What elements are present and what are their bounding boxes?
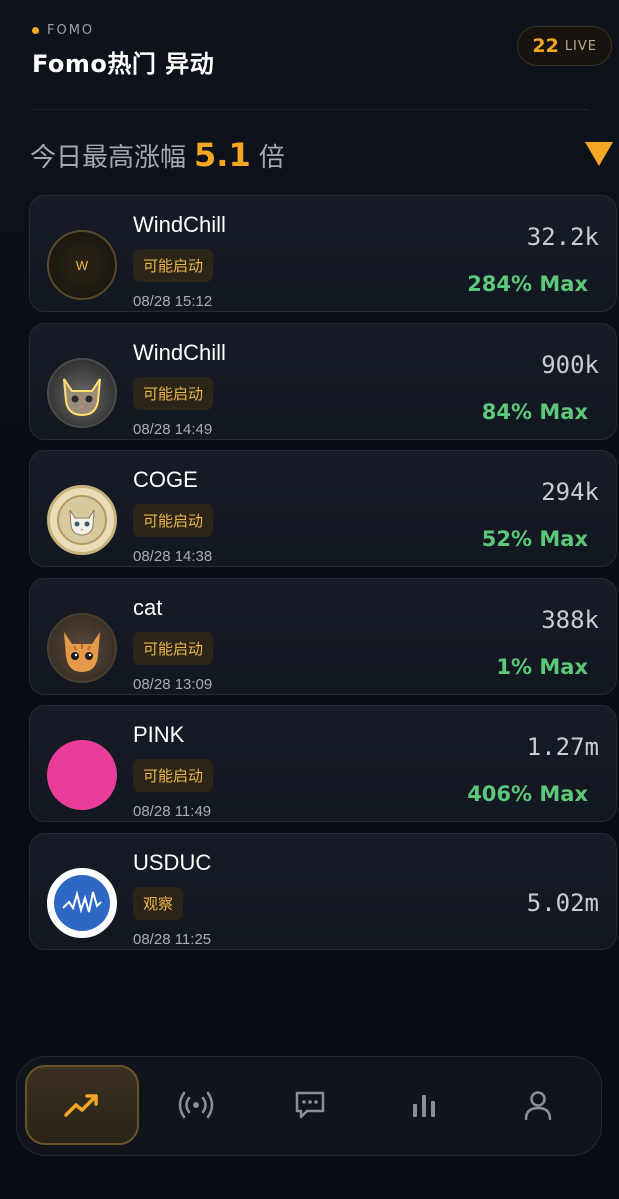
live-badge[interactable]: 22 LIVE (517, 26, 612, 66)
token-time: 08/28 15:12 (133, 293, 213, 310)
letter-w-coin-icon: W (47, 230, 117, 300)
token-time: 08/28 11:25 (133, 930, 212, 948)
token-gain: 406% Max (467, 782, 588, 806)
bar-chart-icon (413, 1095, 435, 1117)
token-name: WindChill (133, 339, 226, 365)
token-card[interactable]: COGE 可能启动 08/28 14:38 294k 52% Max (29, 450, 617, 567)
token-value: 294k (541, 478, 599, 506)
status-tag: 可能启动 (133, 759, 214, 792)
chat-bubble-icon (295, 1091, 325, 1119)
header-divider (30, 109, 589, 110)
trending-up-icon (64, 1094, 98, 1117)
token-value: 5.02m (526, 888, 599, 917)
user-icon (524, 1091, 552, 1121)
summary-suffix: 倍 (258, 143, 285, 173)
token-name: USDUC (133, 849, 212, 875)
daily-max-summary: 今日最高涨幅 5.1 倍 (30, 136, 285, 174)
token-name: PINK (133, 722, 185, 747)
token-card[interactable]: W WindChill 可能启动 08/28 15:12 32.2k 284% … (29, 195, 617, 312)
status-tag: 可能启动 (133, 249, 214, 282)
token-card[interactable]: cat 可能启动 08/28 13:09 388k 1% Max (29, 577, 617, 695)
live-count: 22 (532, 35, 559, 57)
brand-dot (32, 26, 39, 34)
cat-coin-icon (47, 485, 117, 555)
app-screen: FOMO Fomo热门 异动 22 LIVE 今日最高涨幅 5.1 倍 W Wi… (0, 0, 619, 1199)
waveform-logo-icon (47, 867, 117, 938)
token-time: 08/28 13:09 (133, 675, 213, 693)
token-time: 08/28 14:38 (133, 548, 213, 565)
nav-tab-messages[interactable] (253, 1065, 367, 1145)
nav-tab-stats[interactable] (367, 1065, 481, 1145)
nav-tab-broadcast[interactable] (139, 1065, 253, 1145)
cat-coin-graphic (57, 495, 107, 545)
status-tag: 可能启动 (133, 376, 214, 410)
token-card[interactable]: WindChill 可能启动 08/28 14:49 900k 84% Max (29, 322, 617, 440)
glowing-cat-icon (47, 357, 117, 428)
token-value: 388k (541, 605, 599, 634)
live-label: LIVE (564, 38, 597, 54)
token-time: 08/28 14:49 (133, 420, 213, 438)
brand-label: FOMO (47, 22, 95, 38)
glowing-cat-graphic (63, 377, 101, 416)
summary-prefix: 今日最高涨幅 (30, 143, 187, 173)
sort-toggle-icon[interactable] (585, 142, 613, 166)
pink-circle-icon (47, 740, 117, 810)
kitten-graphic (64, 631, 100, 672)
bottom-nav (16, 1056, 602, 1156)
token-gain: 1% Max (496, 654, 588, 679)
nav-tab-trending[interactable] (25, 1065, 139, 1145)
token-value: 32.2k (526, 223, 599, 251)
status-tag: 观察 (133, 886, 184, 920)
status-tag: 可能启动 (133, 504, 214, 537)
token-gain: 84% Max (481, 399, 588, 424)
token-gain: 52% Max (481, 527, 588, 551)
avatar-letter: W (75, 257, 89, 273)
token-list: W WindChill 可能启动 08/28 15:12 32.2k 284% … (29, 195, 617, 960)
token-card[interactable]: PINK 可能启动 08/28 11:49 1.27m 406% Max (29, 705, 617, 822)
waveform-graphic (54, 874, 110, 931)
token-name: cat (133, 594, 163, 620)
status-tag: 可能启动 (133, 631, 214, 665)
token-name: COGE (133, 467, 198, 492)
broadcast-icon (178, 1091, 214, 1119)
token-value: 900k (541, 350, 599, 379)
token-value: 1.27m (526, 733, 599, 761)
token-gain: 284% Max (467, 272, 588, 296)
token-name: WindChill (133, 212, 226, 237)
token-card[interactable]: USDUC 观察 08/28 11:25 5.02m (29, 832, 617, 950)
summary-value: 5.1 (194, 136, 251, 174)
orange-kitten-icon (47, 612, 117, 683)
header: FOMO Fomo热门 异动 22 LIVE (32, 22, 616, 92)
token-time: 08/28 11:49 (133, 803, 212, 820)
nav-tab-profile[interactable] (481, 1065, 595, 1145)
